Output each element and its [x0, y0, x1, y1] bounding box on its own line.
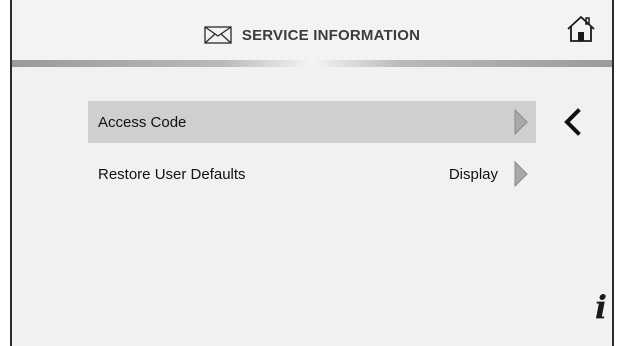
row-value: Display: [448, 165, 498, 183]
envelope-icon: [204, 26, 232, 44]
info-icon: i: [594, 288, 608, 326]
screen-frame: SERVICE INFORMATION Access Code Restore …: [10, 0, 614, 346]
header-divider: [12, 60, 612, 67]
header-bar: SERVICE INFORMATION: [12, 0, 612, 60]
page-title: SERVICE INFORMATION: [241, 26, 421, 44]
chevron-left-icon: [562, 107, 582, 141]
triangle-right-icon: [514, 108, 528, 136]
back-button[interactable]: [560, 107, 584, 141]
home-icon: [566, 14, 596, 49]
triangle-right-icon: [514, 160, 528, 188]
menu-row-access-code[interactable]: Access Code: [88, 101, 536, 143]
info-button[interactable]: i: [588, 288, 614, 326]
row-label: Restore User Defaults: [98, 165, 246, 183]
header-title-group: SERVICE INFORMATION: [12, 26, 612, 44]
menu-row-restore-user-defaults[interactable]: Restore User Defaults Display: [88, 153, 536, 195]
row-label: Access Code: [98, 113, 187, 131]
home-button[interactable]: [564, 14, 598, 48]
